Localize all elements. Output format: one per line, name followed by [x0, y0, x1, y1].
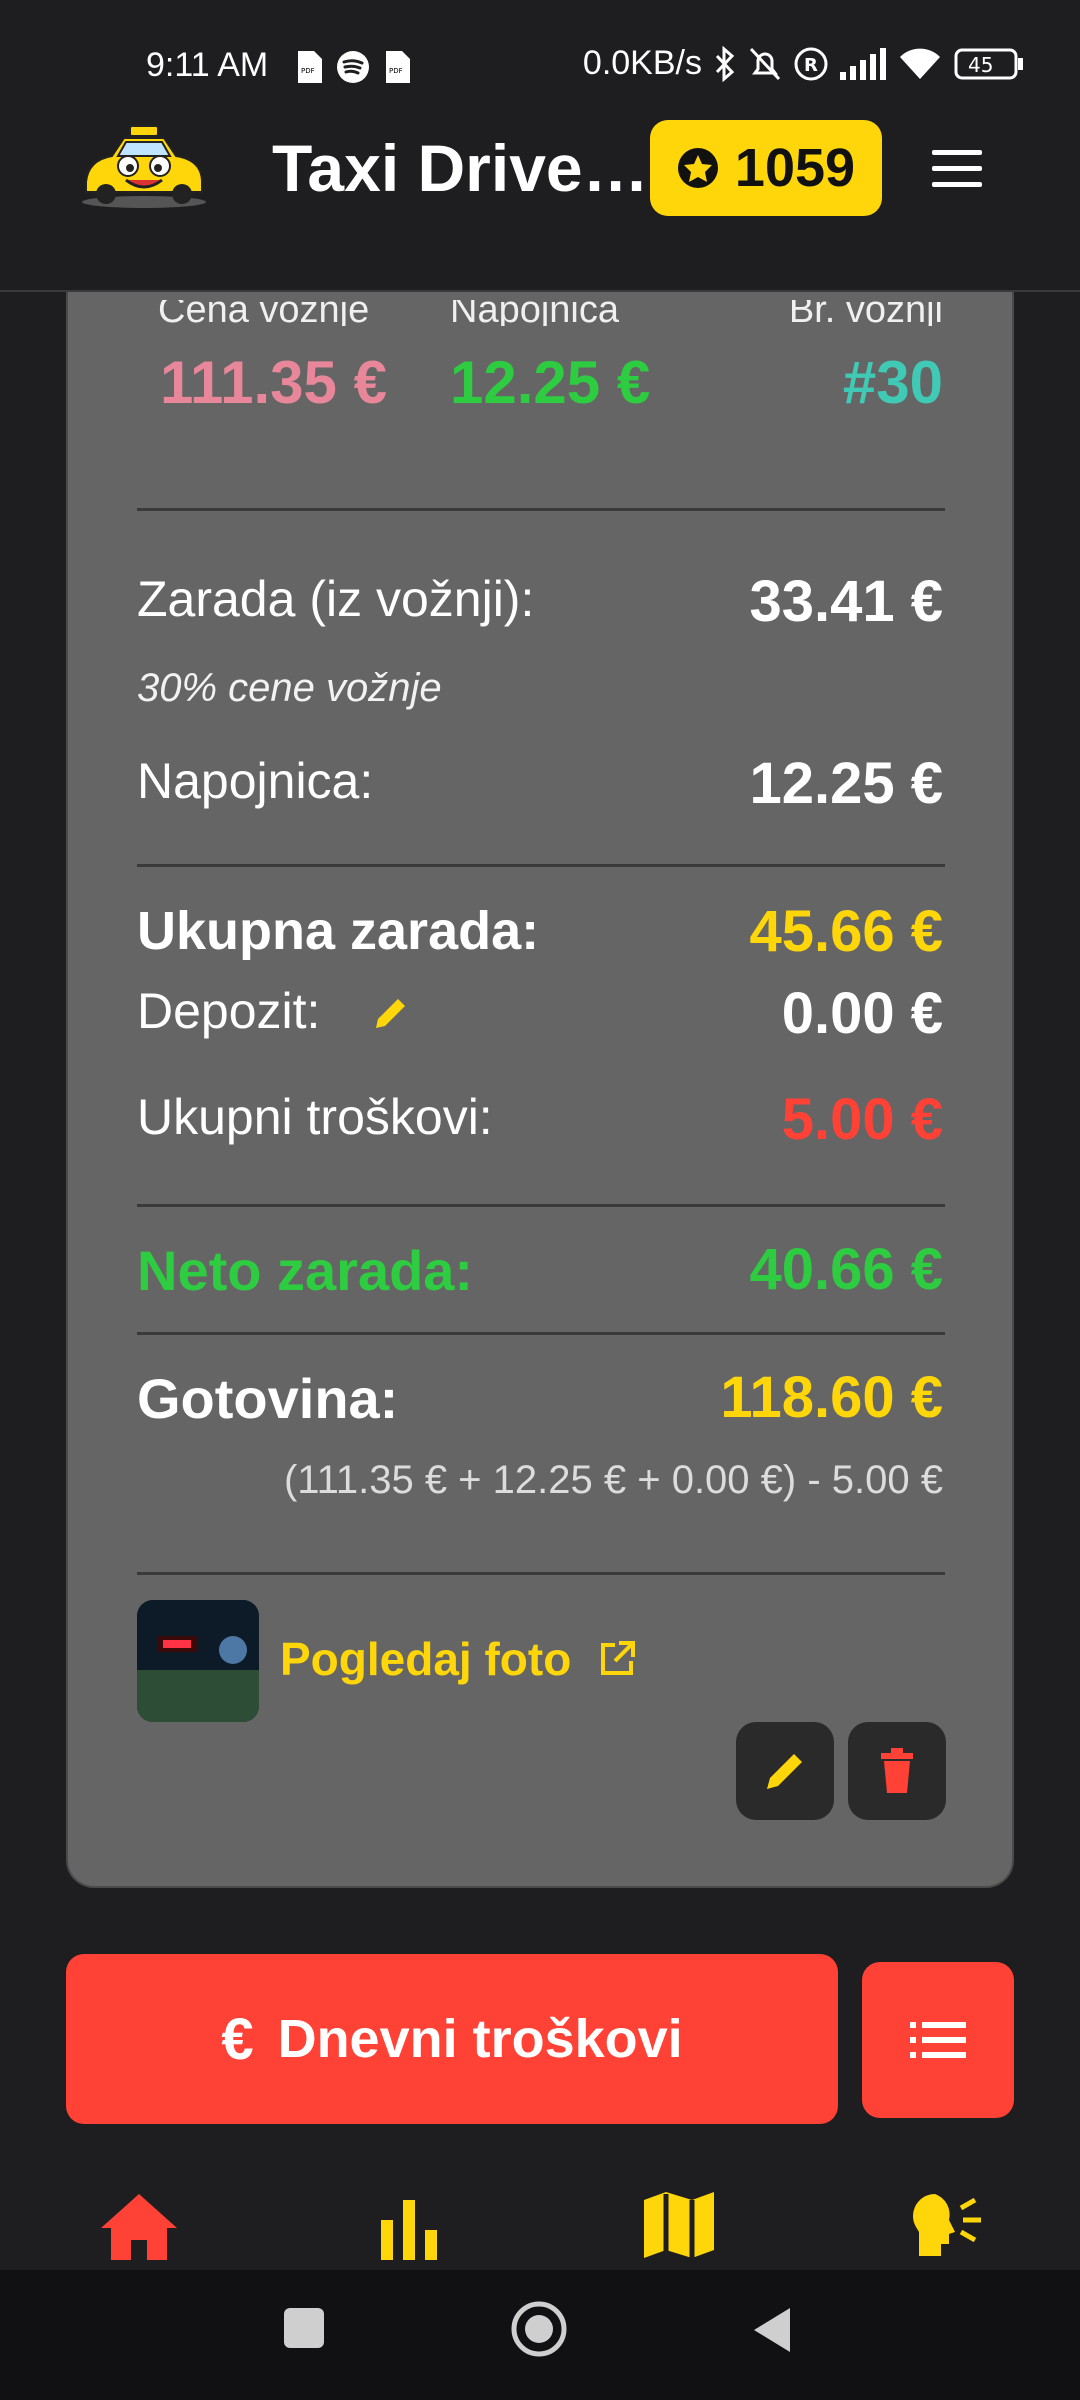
coins-count: 1059: [734, 138, 856, 198]
star-coin-icon: [677, 148, 718, 188]
spotify-icon: [337, 51, 369, 83]
net-earnings-value: 40.66 €: [749, 1237, 943, 1302]
notification-icons: PDF PDF: [296, 50, 410, 84]
shift-summary-card: Cena vožnje 111.35 € Napojnica 12.25 € B…: [66, 292, 1014, 1888]
network-speed: 0.0KB/s: [582, 44, 702, 82]
cash-formula: (111.35 € + 12.25 € + 0.00 €) - 5.00 €: [283, 1458, 943, 1502]
tip-value: 12.25 €: [749, 751, 943, 816]
app-header: Taxi Driver... 1059: [0, 110, 1080, 292]
taxi-mascot-logo: [82, 125, 206, 208]
svg-text:PDF: PDF: [389, 67, 403, 75]
nav-home[interactable]: [94, 2190, 184, 2270]
wifi-icon: [900, 48, 940, 79]
hamburger-menu-icon[interactable]: [926, 146, 988, 192]
deposit-label: Depozit:: [137, 983, 321, 1039]
list-icon: [910, 2022, 966, 2058]
daily-expenses-label: Dnevni troškovi: [277, 2009, 683, 2069]
view-photo-label: Pogledaj foto: [280, 1633, 572, 1685]
nav-map[interactable]: [634, 2190, 724, 2270]
home-icon: [101, 2194, 177, 2260]
system-status: 0.0KB/s R 45: [583, 44, 1024, 83]
map-icon: [644, 2192, 714, 2258]
svg-text:R: R: [804, 55, 818, 76]
battery-icon: 45: [954, 48, 1023, 79]
divider: [137, 864, 945, 867]
expenses-list-button[interactable]: [862, 1962, 1014, 2118]
status-time: 9:11 AM: [146, 46, 269, 84]
total-earnings-value: 45.66 €: [749, 899, 943, 964]
recents-button[interactable]: [282, 2306, 326, 2350]
external-link-icon: [601, 1641, 636, 1675]
back-button[interactable]: [750, 2306, 794, 2354]
divider: [137, 1204, 945, 1207]
ride-price-label: Cena vožnje: [158, 300, 370, 326]
nav-stats[interactable]: [364, 2190, 454, 2270]
bluetooth-icon: [715, 45, 735, 82]
battery-level: 45: [968, 53, 993, 77]
euro-icon: €: [221, 2006, 254, 2072]
voice-icon: [913, 2194, 981, 2256]
deposit-value: 0.00 €: [781, 981, 943, 1046]
bottom-navigation: [0, 2180, 1080, 2270]
status-bar: 9:11 AM PDF PDF 0.0KB/s R 45: [0, 0, 1080, 110]
cash-label: Gotovina:: [137, 1367, 399, 1430]
tip-label: Napojnica:: [137, 753, 374, 809]
ride-count-value: #30: [842, 349, 943, 416]
pdf-icon: PDF: [298, 51, 322, 83]
system-navigation-bar: [0, 2270, 1080, 2400]
app-title: Taxi Driver...: [272, 131, 652, 205]
tip-value-top: 12.25 €: [450, 349, 651, 416]
total-expenses-label: Ukupni troškovi:: [137, 1089, 493, 1145]
pdf-icon: PDF: [386, 51, 410, 83]
divider: [137, 1572, 945, 1575]
ride-count-label: Br. vožnji: [788, 300, 943, 326]
delete-button[interactable]: [848, 1722, 946, 1820]
edit-button[interactable]: [736, 1722, 834, 1820]
daily-expenses-button[interactable]: € Dnevni troškovi: [66, 1954, 838, 2124]
bell-muted-icon: [749, 47, 781, 80]
ride-earnings-value: 33.41 €: [749, 569, 943, 634]
total-earnings-label: Ukupna zarada:: [137, 901, 540, 961]
registered-icon: R: [794, 47, 828, 80]
svg-text:PDF: PDF: [301, 67, 315, 75]
home-button[interactable]: [510, 2300, 568, 2358]
trash-icon: [881, 1748, 913, 1793]
ride-price-value: 111.35 €: [160, 349, 387, 416]
tip-label-top: Napojnica: [450, 300, 619, 326]
stats-icon: [381, 2200, 437, 2260]
photo-preview: [137, 1600, 259, 1722]
nav-voice[interactable]: [900, 2190, 990, 2270]
receipt-photo-thumbnail[interactable]: [137, 1600, 259, 1722]
coins-badge[interactable]: 1059: [650, 120, 882, 216]
ride-earnings-note: 30% cene vožnje: [137, 666, 442, 710]
divider: [137, 1332, 945, 1335]
net-earnings-label: Neto zarada:: [137, 1239, 474, 1302]
pencil-icon: [767, 1754, 802, 1789]
cash-value: 118.60 €: [720, 1365, 943, 1430]
signal-icon: [840, 47, 886, 80]
ride-earnings-label: Zarada (iz vožnji):: [137, 571, 535, 627]
divider: [137, 508, 945, 511]
view-photo-link[interactable]: Pogledaj foto: [280, 1632, 637, 1686]
edit-deposit-icon[interactable]: [370, 994, 410, 1034]
total-expenses-value: 5.00 €: [781, 1087, 943, 1152]
